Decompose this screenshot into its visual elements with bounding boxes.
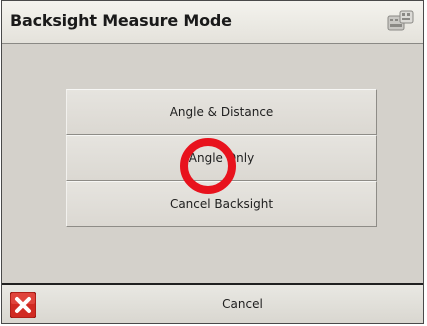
content-area: Angle & Distance Angle Only Cancel Backs… [2,44,423,285]
cancel-button[interactable]: Cancel [62,285,423,323]
bottom-bar: Cancel [2,285,423,323]
angle-only-label: Angle Only [188,151,255,165]
keyboard-icon[interactable] [387,10,415,32]
title-bar: Backsight Measure Mode [2,1,423,44]
angle-only-button[interactable]: Angle Only [66,135,377,181]
angle-and-distance-button[interactable]: Angle & Distance [66,89,377,135]
cancel-label: Cancel [222,297,263,311]
angle-and-distance-label: Angle & Distance [169,105,274,119]
cancel-backsight-button[interactable]: Cancel Backsight [66,181,377,227]
window-title: Backsight Measure Mode [10,11,232,30]
cancel-backsight-label: Cancel Backsight [169,197,274,211]
close-x-icon[interactable] [9,291,37,319]
dialog-window: Backsight Measure Mode Angle & Distance … [1,0,424,324]
backsight-options: Angle & Distance Angle Only Cancel Backs… [66,89,377,227]
